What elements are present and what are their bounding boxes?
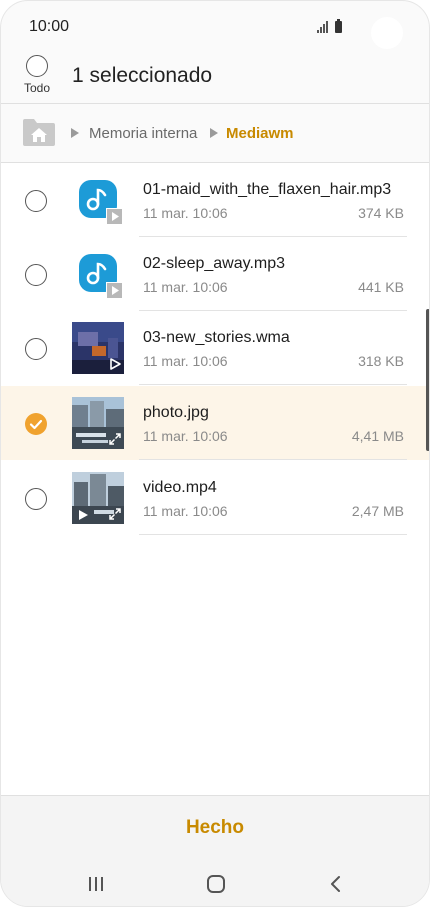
select-all-toggle[interactable]: Todo — [19, 55, 55, 95]
signal-icon — [317, 21, 328, 33]
file-size: 2,47 MB — [351, 503, 404, 519]
camera-cutout — [371, 17, 403, 49]
play-icon — [110, 358, 121, 370]
file-name: photo.jpg — [143, 404, 209, 421]
play-badge — [106, 282, 123, 299]
status-bar: 10:00 — [1, 1, 429, 51]
selection-count-title: 1 seleccionado — [72, 64, 213, 87]
check-icon — [29, 419, 43, 430]
expand-icon — [109, 433, 121, 445]
video-thumbnail — [72, 472, 124, 524]
play-icon — [79, 510, 88, 520]
row-select-radio[interactable] — [25, 264, 47, 286]
bottom-action-bar: Hecho — [1, 795, 429, 859]
row-selected-check[interactable] — [25, 413, 47, 435]
file-date: 11 mar. 10:06 — [143, 503, 228, 519]
expand-icon — [109, 508, 121, 520]
scroll-indicator[interactable] — [426, 309, 429, 451]
file-row-selected[interactable]: photo.jpg 11 mar. 10:06 4,41 MB — [1, 386, 429, 460]
file-size: 374 KB — [358, 205, 404, 221]
home-icon[interactable] — [205, 873, 227, 895]
row-divider — [139, 384, 407, 385]
select-all-radio[interactable] — [26, 55, 48, 77]
file-list: 01-maid_with_the_flaxen_hair.mp3 11 mar.… — [1, 163, 429, 795]
audio-thumbnail — [72, 174, 124, 226]
breadcrumb: Memoria interna Mediawm — [1, 104, 429, 162]
row-select-radio[interactable] — [25, 190, 47, 212]
media-thumbnail — [72, 322, 124, 374]
file-name: 03-new_stories.wma — [143, 329, 290, 346]
file-date: 11 mar. 10:06 — [143, 353, 228, 369]
row-divider — [139, 534, 407, 535]
file-size: 318 KB — [358, 353, 404, 369]
select-all-label: Todo — [23, 81, 51, 95]
file-name: 02-sleep_away.mp3 — [143, 255, 286, 272]
file-row[interactable]: 03-new_stories.wma 11 mar. 10:06 318 KB — [1, 311, 429, 385]
file-row[interactable]: video.mp4 11 mar. 10:06 2,47 MB — [1, 461, 429, 535]
file-date: 11 mar. 10:06 — [143, 205, 228, 221]
row-select-radio[interactable] — [25, 488, 47, 510]
image-thumbnail — [72, 397, 124, 449]
play-icon — [112, 286, 119, 295]
status-time: 10:00 — [29, 18, 70, 35]
home-folder-icon[interactable] — [23, 118, 55, 146]
audio-thumbnail — [72, 248, 124, 300]
breadcrumb-arrow-icon — [210, 128, 218, 138]
battery-icon — [335, 19, 342, 33]
system-nav-bar — [1, 859, 429, 906]
row-divider — [139, 459, 407, 460]
file-name: 01-maid_with_the_flaxen_hair.mp3 — [143, 181, 392, 198]
play-icon — [112, 212, 119, 221]
file-row[interactable]: 02-sleep_away.mp3 11 mar. 10:06 441 KB — [1, 237, 429, 311]
file-size: 4,41 MB — [351, 428, 404, 444]
file-date: 11 mar. 10:06 — [143, 279, 228, 295]
breadcrumb-internal-storage[interactable]: Memoria interna — [89, 125, 197, 142]
selection-header: Todo 1 seleccionado — [1, 51, 429, 103]
breadcrumb-current-folder[interactable]: Mediawm — [226, 125, 294, 142]
file-name: video.mp4 — [143, 479, 217, 496]
file-size: 441 KB — [358, 279, 404, 295]
row-select-radio[interactable] — [25, 338, 47, 360]
file-row[interactable]: 01-maid_with_the_flaxen_hair.mp3 11 mar.… — [1, 163, 429, 237]
breadcrumb-arrow-icon — [71, 128, 79, 138]
phone-screen: 10:00 Todo 1 seleccionado Memoria intern… — [0, 0, 430, 907]
recents-icon[interactable] — [85, 873, 107, 895]
back-icon[interactable] — [325, 873, 347, 895]
done-button[interactable]: Hecho — [1, 796, 429, 860]
file-date: 11 mar. 10:06 — [143, 428, 228, 444]
play-badge — [106, 208, 123, 225]
